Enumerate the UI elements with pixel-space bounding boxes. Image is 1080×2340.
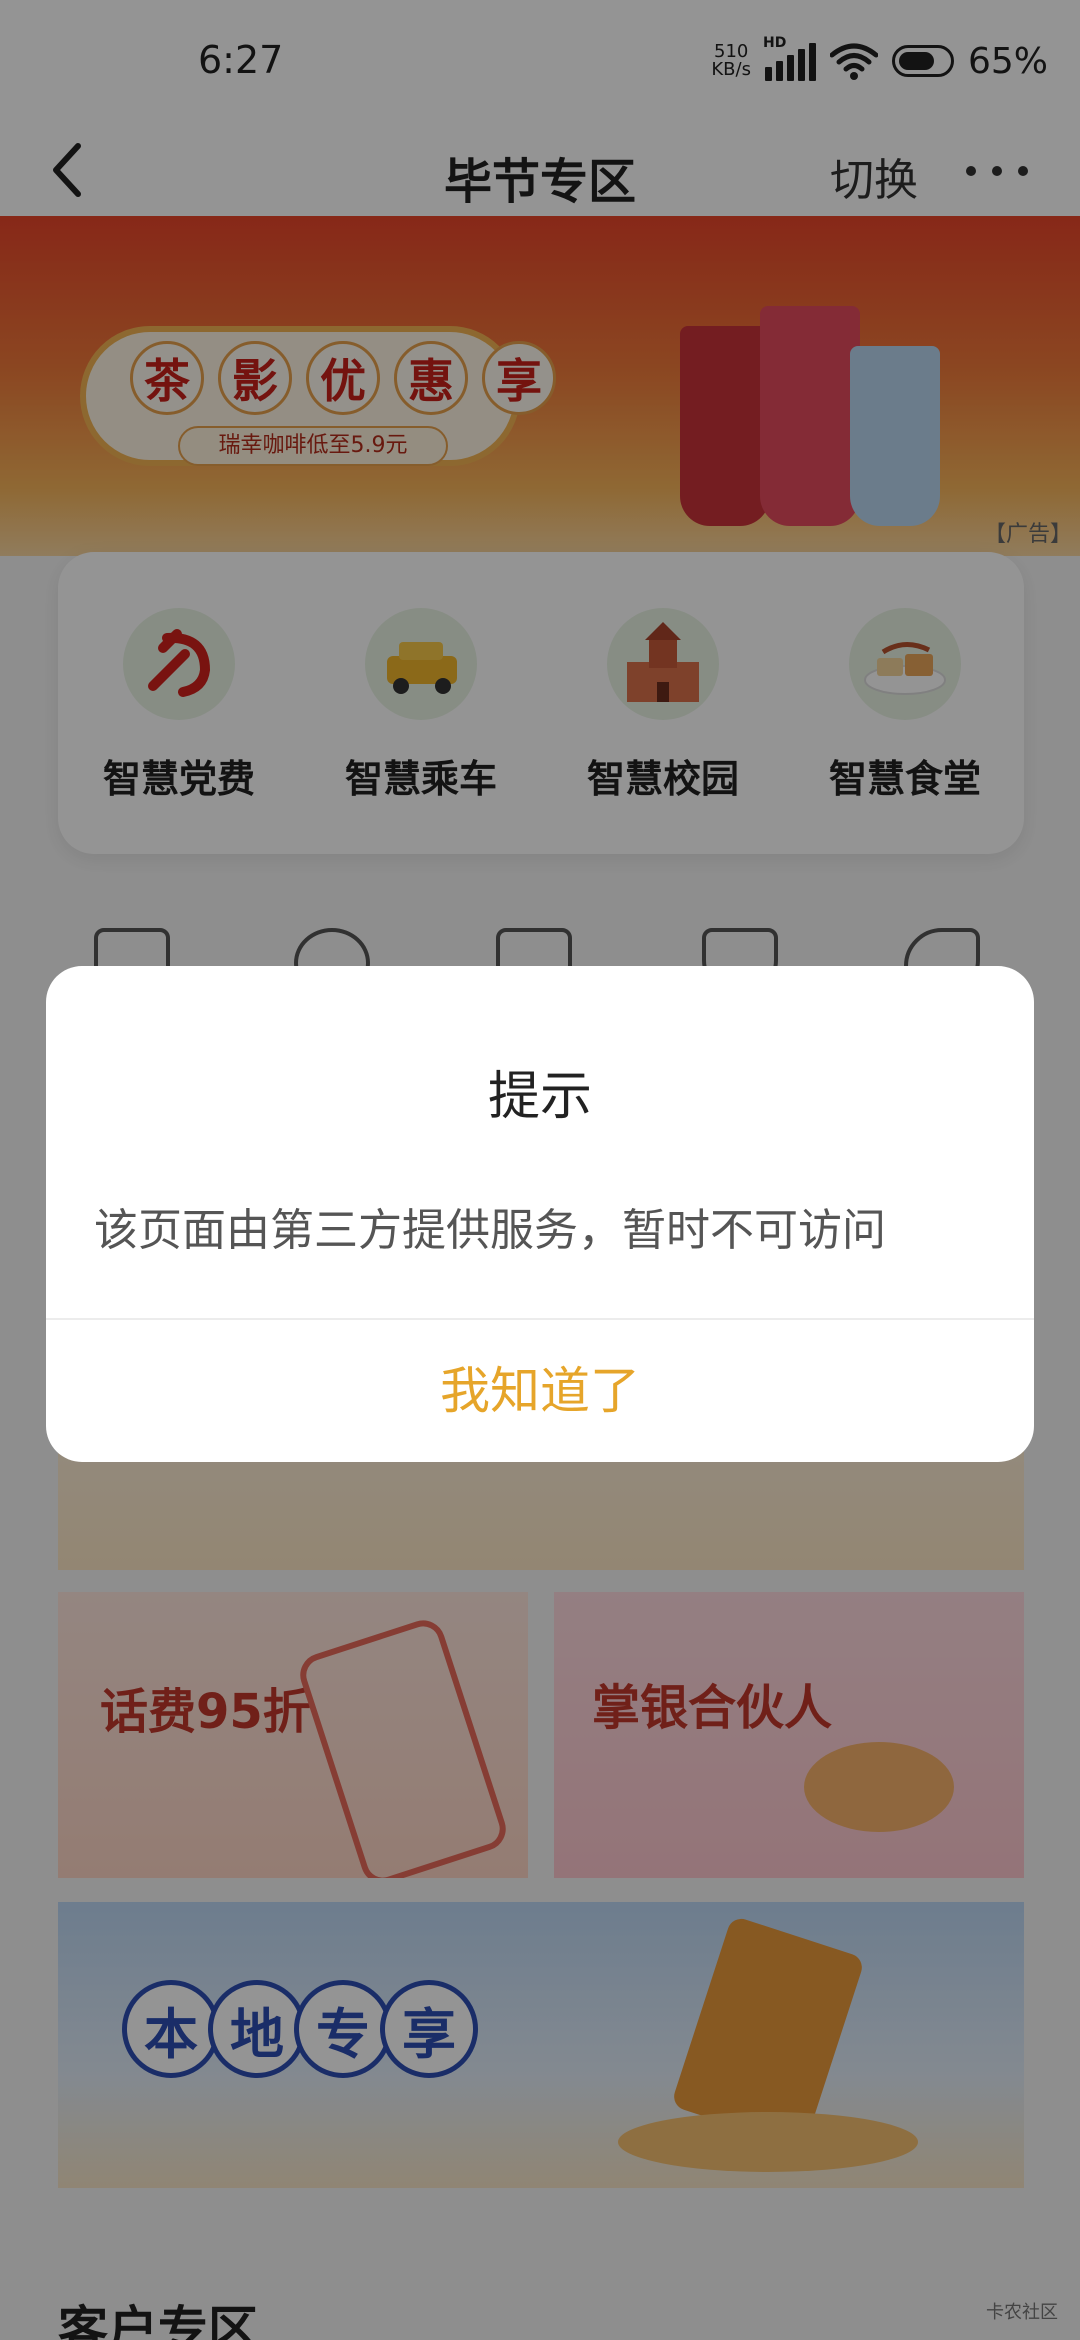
alert-dialog: 提示 该页面由第三方提供服务，暂时不可访问 我知道了 (46, 966, 1034, 1462)
watermark: 卡农社区 (986, 2302, 1058, 2323)
confirm-button[interactable]: 我知道了 (46, 1320, 1034, 1462)
dialog-message: 该页面由第三方提供服务，暂时不可访问 (94, 1205, 886, 1256)
dialog-title: 提示 (487, 1067, 592, 1127)
